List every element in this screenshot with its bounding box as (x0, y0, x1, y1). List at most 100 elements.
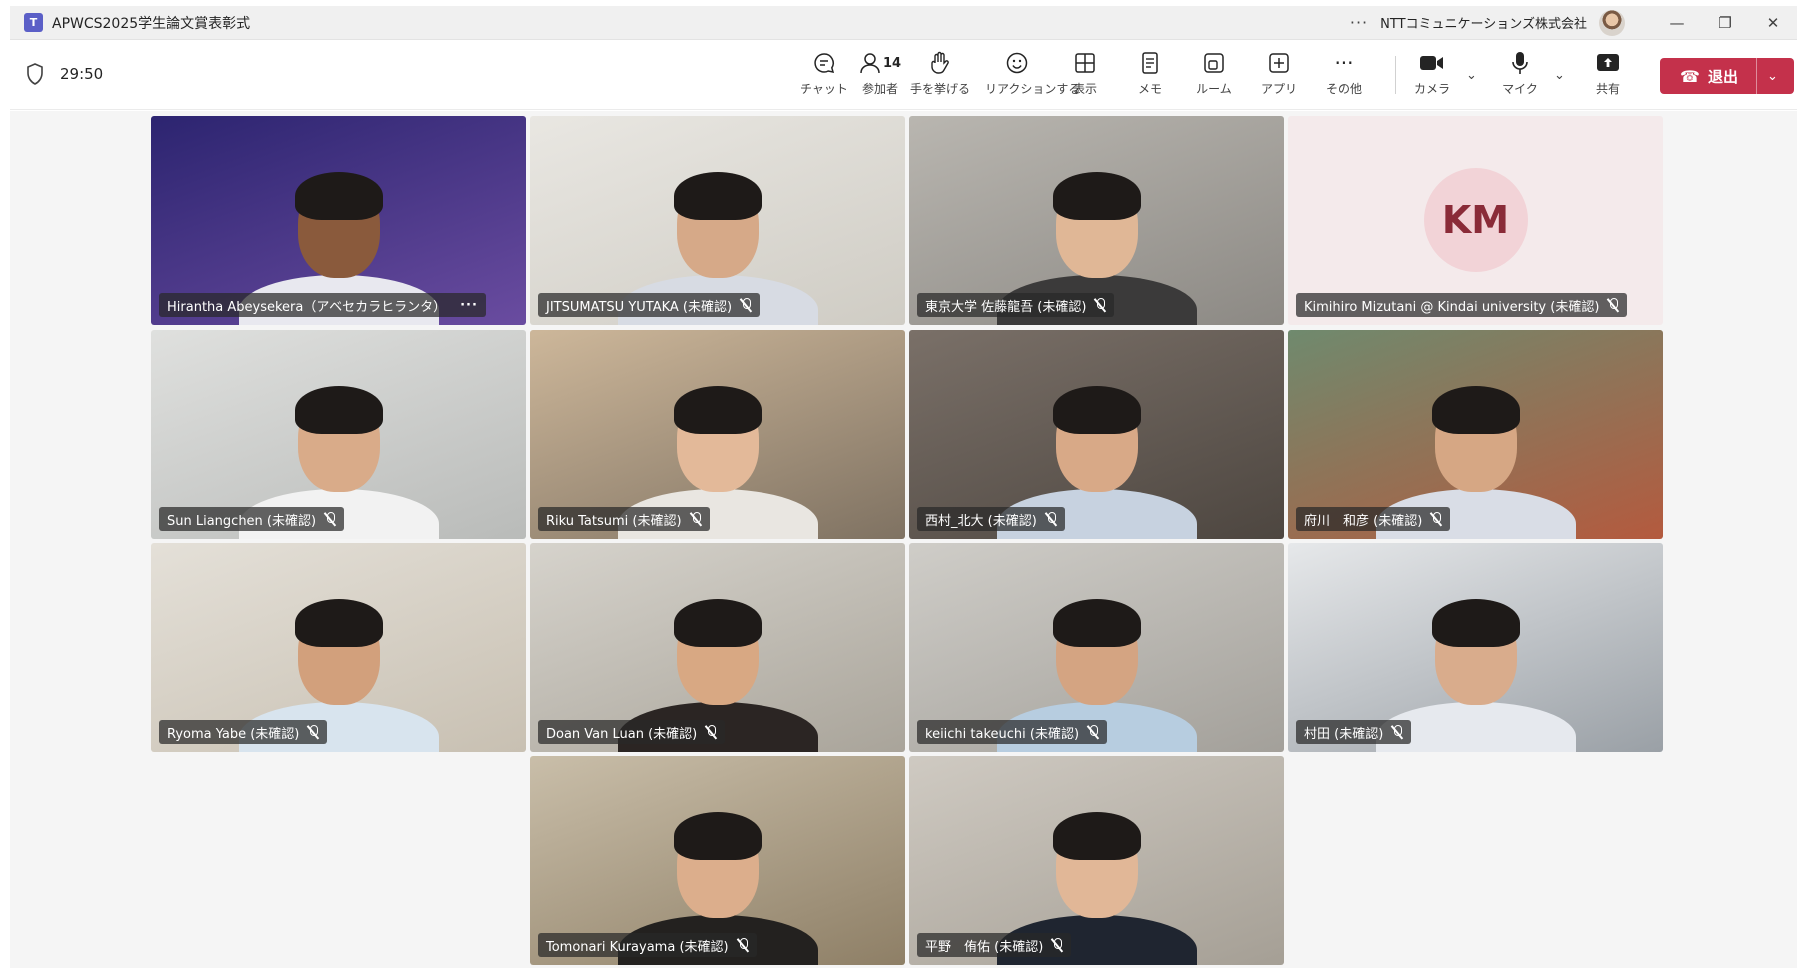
participant-video-hair (673, 386, 762, 434)
leave-divider (1755, 58, 1757, 94)
participant-name: 西村_北大 (未確認) (925, 513, 1037, 529)
mic-options-chevron-icon[interactable]: ⌄ (1554, 68, 1565, 83)
participant-video-hair (294, 599, 383, 647)
more-icon: ··· (1334, 51, 1354, 75)
leave-options-chevron-icon[interactable]: ⌄ (1767, 69, 1778, 84)
video-gallery: Hirantha Abeysekera（アベセカラヒランタ） ··· JITSUMA… (10, 111, 1797, 968)
mic-off-icon (1094, 298, 1106, 312)
camera-button[interactable]: カメラ (1400, 50, 1464, 102)
participant-video-hair (1052, 386, 1141, 434)
participant-tile[interactable]: keiichi takeuchi (未確認) (909, 543, 1284, 752)
mic-off-icon (1045, 512, 1057, 526)
participant-video-hair (1431, 599, 1520, 647)
participant-name: Riku Tatsumi (未確認) (546, 513, 682, 529)
participant-tile[interactable]: JITSUMATSU YUTAKA (未確認) (530, 116, 905, 325)
participant-name: 東京大学 佐藤龍吾 (未確認) (925, 299, 1087, 315)
rooms-button[interactable]: ルーム (1182, 50, 1246, 102)
participant-tile[interactable]: 西村_北大 (未確認) (909, 330, 1284, 539)
mic-off-icon (307, 725, 319, 739)
participant-name: Hirantha Abeysekera（アベセカラヒランタ） (167, 299, 447, 315)
participant-tile[interactable]: 府川 和彦 (未確認) (1288, 330, 1663, 539)
rooms-label: ルーム (1196, 82, 1232, 96)
raise-hand-button[interactable]: 手を挙げる (908, 50, 972, 102)
more-button[interactable]: ··· その他 (1312, 50, 1376, 102)
participant-name-tag: Doan Van Luan (未確認) (538, 720, 726, 744)
participant-name: 府川 和彦 (未確認) (1304, 513, 1423, 529)
apps-button[interactable]: アプリ (1247, 50, 1311, 102)
participant-video-hair (673, 599, 762, 647)
camera-options-chevron-icon[interactable]: ⌄ (1466, 68, 1477, 83)
organization-name: NTTコミュニケーションズ株式会社 (1380, 17, 1587, 32)
account-avatar[interactable] (1599, 9, 1625, 36)
participant-video-hair (1052, 812, 1141, 860)
reaction-icon (1006, 52, 1028, 74)
participant-tile[interactable]: Ryoma Yabe (未確認) (151, 543, 526, 752)
shield-icon (27, 63, 43, 85)
restore-button[interactable]: ❐ (1701, 14, 1749, 32)
meeting-timer: 29:50 (60, 65, 104, 83)
mic-off-icon (1607, 298, 1619, 312)
view-button[interactable]: 表示 (1053, 50, 1117, 102)
mic-off-icon (705, 725, 717, 739)
participant-name-tag: keiichi takeuchi (未確認) (917, 720, 1108, 744)
participant-initials-avatar: KM (1423, 168, 1528, 272)
people-icon (860, 53, 880, 74)
participant-name-tag: 平野 侑佑 (未確認) (917, 933, 1072, 957)
participant-video-hair (1431, 386, 1520, 434)
participant-video-hair (673, 172, 762, 220)
hang-up-icon: ☎ (1680, 66, 1700, 86)
close-button[interactable]: ✕ (1749, 14, 1797, 32)
teams-logo-icon: T (24, 13, 43, 32)
participant-tile[interactable]: Doan Van Luan (未確認) (530, 543, 905, 752)
participant-tile[interactable]: 東京大学 佐藤龍吾 (未確認) (909, 116, 1284, 325)
reaction-button[interactable]: リアクションする (985, 50, 1080, 102)
camera-icon (1420, 56, 1443, 70)
participant-name: Ryoma Yabe (未確認) (167, 726, 300, 742)
participant-tile[interactable]: Tomonari Kurayama (未確認) (530, 756, 905, 965)
view-icon (1075, 53, 1095, 73)
participant-tile[interactable]: Sun Liangchen (未確認) (151, 330, 526, 539)
toolbar-separator (1395, 56, 1396, 94)
mic-label: マイク (1502, 82, 1538, 96)
participants-button[interactable]: 14 参加者 (848, 50, 912, 102)
participant-count: 14 (882, 55, 902, 71)
participant-video-hair (294, 386, 383, 434)
participant-video-hair (1052, 172, 1141, 220)
meeting-toolbar: 29:50 チャット 14 参加者 手を挙げる リアクションする 表示 メモ ル… (10, 40, 1797, 110)
participant-name-tag: JITSUMATSU YUTAKA (未確認) (538, 293, 761, 317)
mic-off-icon (1391, 725, 1403, 739)
notes-icon (1142, 52, 1158, 74)
share-label: 共有 (1595, 82, 1620, 96)
participant-tile[interactable]: Riku Tatsumi (未確認) (530, 330, 905, 539)
participant-tile[interactable]: 平野 侑佑 (未確認) (909, 756, 1284, 965)
mic-off-icon (1430, 512, 1442, 526)
participant-tile[interactable]: KM Kimihiro Mizutani @ Kindai university … (1288, 116, 1663, 325)
minimize-button[interactable]: — (1653, 14, 1701, 32)
apps-icon (1269, 53, 1289, 73)
leave-label: 退出 (1707, 67, 1738, 86)
rooms-icon (1204, 53, 1224, 73)
participant-name-tag: Ryoma Yabe (未確認) (159, 720, 328, 744)
participant-name: JITSUMATSU YUTAKA (未確認) (546, 299, 733, 315)
chat-button[interactable]: チャット (792, 50, 856, 102)
participant-name-tag: Sun Liangchen (未確認) (159, 507, 345, 531)
share-icon (1597, 54, 1619, 71)
share-button[interactable]: 共有 (1576, 50, 1640, 102)
title-more-icon[interactable]: ··· (1350, 13, 1368, 32)
more-label: その他 (1325, 82, 1362, 96)
participant-name: Tomonari Kurayama (未確認) (546, 939, 729, 955)
window-title: APWCS2025学生論文賞表彰式 (52, 15, 251, 32)
title-bar: T APWCS2025学生論文賞表彰式 ··· NTTコミュニケーションズ株式会… (10, 6, 1797, 40)
mic-off-icon (1087, 725, 1099, 739)
participant-more-icon[interactable]: ··· (460, 298, 478, 313)
participant-tile[interactable]: Hirantha Abeysekera（アベセカラヒランタ） ··· (151, 116, 526, 325)
mic-button[interactable]: マイク (1488, 50, 1552, 102)
participant-name-tag: 西村_北大 (未確認) (917, 507, 1065, 531)
participant-name-tag: 村田 (未確認) (1296, 720, 1412, 744)
participant-tile[interactable]: 村田 (未確認) (1288, 543, 1663, 752)
mic-icon (1512, 52, 1528, 74)
leave-button[interactable]: ☎ 退出 ⌄ (1660, 58, 1794, 94)
participant-name: 平野 侑佑 (未確認) (925, 939, 1044, 955)
participant-name-tag: Tomonari Kurayama (未確認) (538, 933, 757, 957)
notes-button[interactable]: メモ (1118, 50, 1182, 102)
